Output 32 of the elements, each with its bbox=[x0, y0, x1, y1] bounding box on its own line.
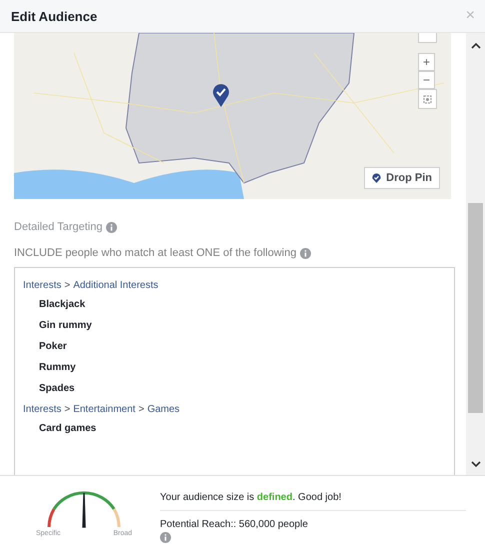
breadcrumb-link[interactable]: Entertainment bbox=[73, 404, 136, 415]
zoom-button[interactable]: + bbox=[418, 53, 435, 71]
location-pin-icon[interactable] bbox=[212, 83, 230, 107]
section-label: Detailed Targeting bbox=[14, 221, 102, 233]
interest-item[interactable]: Blackjack bbox=[23, 299, 446, 310]
interest-item[interactable]: Card games bbox=[23, 423, 446, 434]
pin-icon bbox=[372, 173, 382, 183]
breadcrumb-link[interactable]: Interests bbox=[23, 280, 62, 291]
audience-status: Your audience size is defined. Good job! bbox=[160, 492, 466, 511]
interest-item[interactable]: Poker bbox=[23, 341, 446, 352]
scrollbar[interactable] bbox=[466, 33, 485, 475]
info-icon bbox=[160, 532, 171, 543]
breadcrumb-link[interactable]: Interests bbox=[23, 404, 62, 415]
breadcrumb-separator: > bbox=[138, 404, 144, 415]
interest-item[interactable]: Spades bbox=[23, 383, 446, 394]
info-icon bbox=[106, 222, 118, 232]
breadcrumb-link[interactable]: Additional Interests bbox=[73, 280, 158, 291]
interest-item[interactable]: Gin rummy bbox=[23, 320, 446, 331]
map[interactable]: + − Drop Pin bbox=[14, 33, 451, 199]
interest-item[interactable]: Rummy bbox=[23, 362, 446, 373]
scroll-thumb[interactable] bbox=[468, 203, 483, 413]
breadcrumb-link[interactable]: Games bbox=[147, 404, 180, 415]
recenter-icon[interactable] bbox=[418, 89, 437, 109]
window-title: Edit Audience bbox=[11, 8, 98, 24]
info-icon bbox=[300, 248, 312, 258]
zoom-button[interactable]: − bbox=[418, 71, 435, 89]
map-control[interactable] bbox=[418, 33, 437, 43]
breadcrumb-separator: > bbox=[64, 404, 70, 415]
drop-pin-button[interactable]: Drop Pin bbox=[364, 167, 440, 189]
include-label: INCLUDE people who match at least ONE of the following bbox=[14, 247, 296, 259]
potential-reach: Potential Reach:: 560,000 people bbox=[160, 519, 309, 530]
breadcrumb-separator: > bbox=[64, 280, 70, 291]
